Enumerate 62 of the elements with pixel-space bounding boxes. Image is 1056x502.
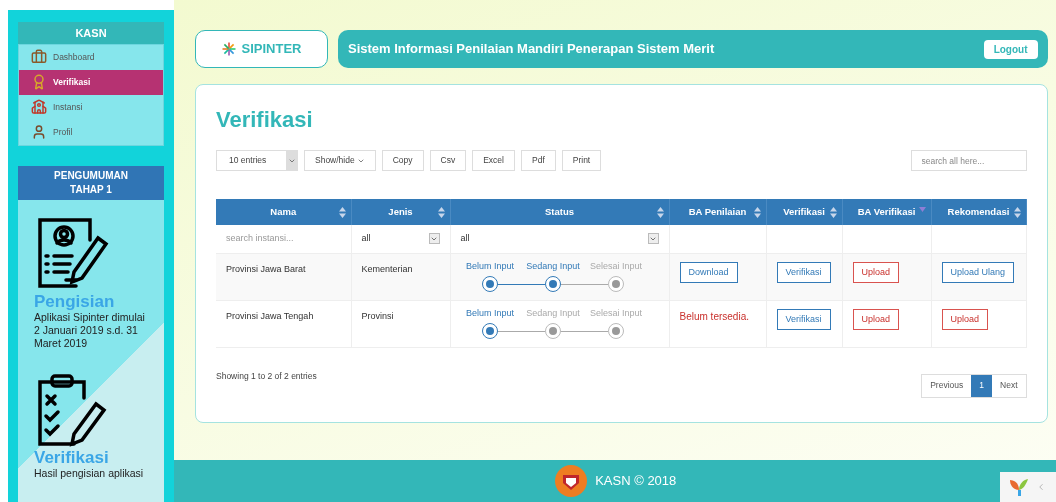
announcement-heading: Pengisian: [34, 292, 116, 311]
menu-item[interactable]: Profil: [19, 119, 163, 145]
export-button[interactable]: Excel: [472, 150, 515, 171]
step-label: Selesai Input: [589, 306, 642, 320]
step-label: Sedang Input: [526, 259, 580, 273]
page-button[interactable]: 1: [971, 374, 992, 397]
action-button[interactable]: Verifikasi: [776, 308, 831, 330]
action-button[interactable]: Upload: [941, 308, 989, 330]
emblem-icon: [555, 465, 588, 497]
table-cell: Provinsi Jawa Tengah: [226, 310, 314, 321]
entries-select[interactable]: 10 entries: [216, 150, 298, 171]
action-button[interactable]: Upload Ulang: [941, 261, 1015, 283]
action-button[interactable]: Upload: [852, 261, 900, 283]
action-button[interactable]: Verifikasi: [776, 261, 831, 283]
export-button[interactable]: Csv: [429, 150, 467, 171]
announcement-heading: Verifikasi: [34, 448, 110, 467]
search-field[interactable]: search all here...: [910, 150, 1027, 171]
action-button[interactable]: Download: [679, 261, 738, 283]
logo-text: SIPINTER: [241, 40, 302, 59]
column-header[interactable]: Verifikasi: [766, 199, 842, 225]
sidebar-title: KASN: [18, 22, 164, 44]
step-label: Belum Input: [466, 259, 514, 273]
step-label: Selesai Input: [589, 259, 642, 273]
step-label: Sedang Input: [526, 306, 580, 320]
page-button[interactable]: Previous: [922, 374, 972, 397]
page-title: Verifikasi: [216, 106, 314, 134]
app-title: Sistem Informasi Penilaian Mandiri Penerapan Sistem Merit: [348, 40, 715, 59]
filter-select[interactable]: all: [361, 232, 440, 246]
page-button[interactable]: Next: [992, 374, 1026, 397]
export-button[interactable]: Pdf: [521, 150, 556, 171]
action-button[interactable]: Upload: [852, 308, 900, 330]
announcement-text: Aplikasi Sipinter dimulai 2 Januari 2019 s.d. 31 Maret 2019: [34, 311, 146, 350]
column-header[interactable]: BA Verifikasi: [842, 199, 931, 225]
person-icon: [31, 124, 47, 141]
menu-item[interactable]: Instansi: [19, 94, 163, 120]
column-header[interactable]: Nama: [216, 199, 351, 225]
filter-select[interactable]: all: [460, 232, 659, 246]
filter-field[interactable]: search instansi...: [226, 232, 341, 246]
column-header[interactable]: Jenis: [351, 199, 450, 225]
briefcase-icon: [31, 49, 47, 66]
award-icon: [31, 74, 47, 91]
column-header[interactable]: Status: [450, 199, 669, 225]
export-button[interactable]: Print: [561, 150, 602, 171]
step-label: Belum Input: [466, 306, 514, 320]
footer-text: KASN © 2018: [595, 472, 677, 491]
table-cell: Kementerian: [361, 263, 413, 274]
table-cell: Provinsi Jawa Barat: [226, 263, 306, 274]
announcement-header: PENGUMUMAN TAHAP 1: [18, 165, 164, 200]
logo-icon: [221, 42, 236, 56]
status-text: Belum tersedia.: [679, 310, 749, 322]
announcement-text: Hasil pengisian aplikasi: [34, 467, 145, 480]
menu-item[interactable]: Dashboard: [19, 44, 163, 70]
leaf-icon: [1007, 478, 1030, 496]
export-button[interactable]: Copy: [381, 150, 424, 171]
menu-item[interactable]: Verifikasi: [19, 69, 163, 95]
showhide-button[interactable]: Show/hide: [304, 150, 376, 171]
column-header[interactable]: Rekomendasi: [931, 199, 1026, 225]
school-icon: [31, 99, 47, 116]
debug-toolbar[interactable]: [999, 472, 1056, 502]
column-header[interactable]: BA Penilaian: [669, 199, 766, 225]
table-cell: Provinsi: [361, 310, 394, 321]
table-info: Showing 1 to 2 of 2 entries: [216, 369, 317, 383]
